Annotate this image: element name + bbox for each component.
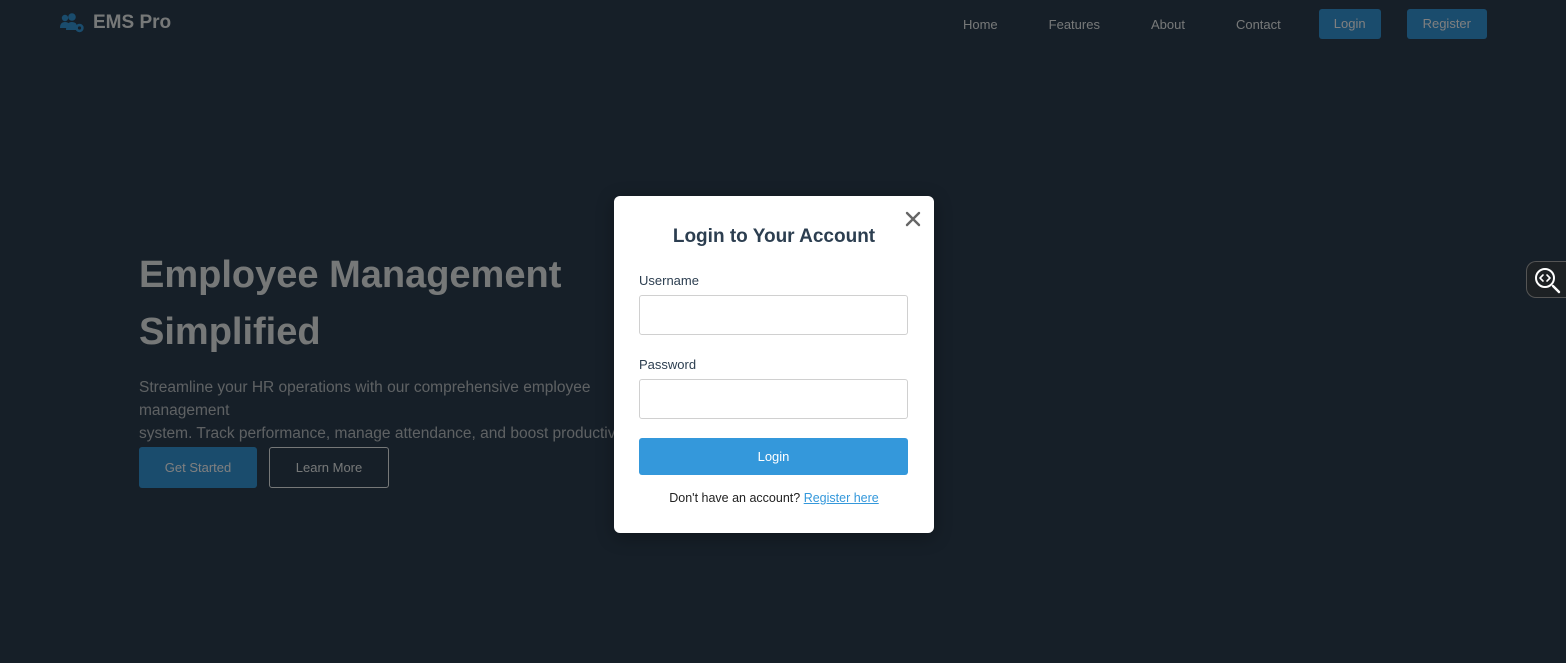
register-prompt-text: Don't have an account? [669,491,801,505]
code-search-icon[interactable] [1526,261,1566,298]
username-label: Username [639,273,699,288]
password-label: Password [639,357,697,372]
username-input[interactable] [639,295,908,335]
register-prompt: Don't have an account? Register here [614,491,934,505]
login-modal: Login to Your Account Username Password … [614,196,934,533]
modal-title: Login to Your Account [672,226,876,247]
modal-login-button[interactable]: Login [639,438,908,475]
password-input[interactable] [639,379,908,419]
register-link[interactable]: Register here [804,491,879,505]
